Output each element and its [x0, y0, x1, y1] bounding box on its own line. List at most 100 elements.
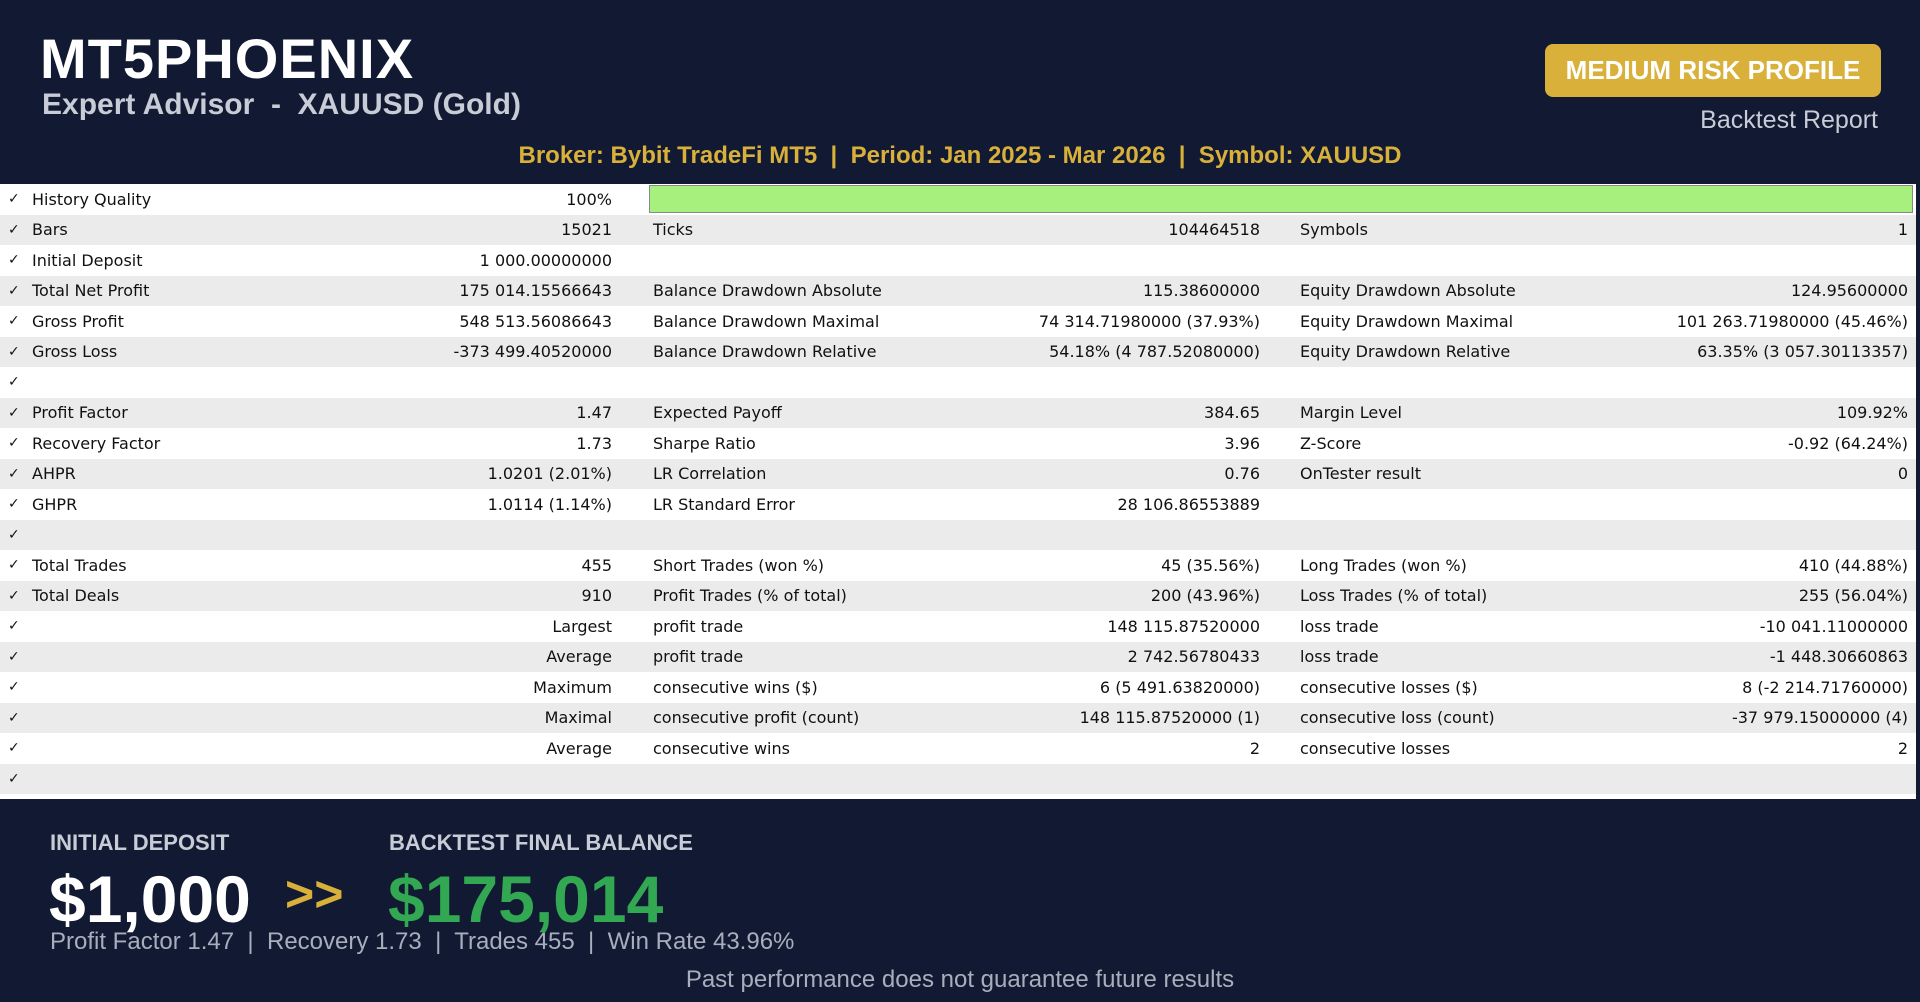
row-value-1: 910	[581, 586, 612, 606]
check-icon: ✓	[8, 191, 20, 208]
page-title: MT5PHOENIX	[40, 27, 415, 90]
table-row: ✓	[0, 763, 1916, 794]
row-value-3: 0	[1897, 464, 1908, 484]
initial-deposit-label: INITIAL DEPOSIT	[50, 830, 230, 855]
final-balance-value: $175,014	[388, 862, 664, 936]
row-label-3: Z-Score	[1300, 433, 1362, 453]
row-value-2: 0.76	[1224, 464, 1260, 484]
check-icon: ✓	[8, 404, 20, 421]
row-value-1: 455	[581, 555, 612, 575]
row-label-3: loss trade	[1300, 647, 1379, 667]
row-value-3: 255 (56.04%)	[1798, 586, 1908, 606]
row-value-1: Maximal	[544, 708, 612, 728]
row-value-1: Largest	[552, 616, 612, 636]
row-value-3: 8 (-2 214.71760000)	[1742, 677, 1908, 697]
check-icon: ✓	[8, 374, 20, 391]
row-value-1: 1.73	[576, 433, 612, 453]
row-label-1: Recovery Factor	[32, 433, 161, 453]
check-icon: ✓	[8, 587, 20, 604]
row-value-2: 54.18% (4 787.52080000)	[1049, 342, 1260, 362]
row-label-3: consecutive losses ($)	[1300, 677, 1478, 697]
row-value-1: 548 513.56086643	[459, 311, 612, 331]
check-icon: ✓	[8, 709, 20, 726]
row-value-1: 1.0114 (1.14%)	[487, 494, 612, 514]
row-label-3: Equity Drawdown Relative	[1300, 342, 1511, 362]
row-label-1: AHPR	[32, 464, 76, 484]
row-label-2: Short Trades (won %)	[653, 555, 825, 575]
row-label-2: Sharpe Ratio	[653, 433, 756, 453]
row-value-3: 124.95600000	[1790, 281, 1908, 301]
row-label-2: Profit Trades (% of total)	[653, 586, 847, 606]
final-balance-label: BACKTEST FINAL BALANCE	[389, 830, 693, 855]
row-label-1: Initial Deposit	[32, 250, 143, 270]
table-row: ✓ Total Deals 910 Profit Trades (% of total…	[0, 580, 1916, 611]
table-row: ✓	[0, 367, 1916, 398]
row-label-2: consecutive wins ($)	[653, 677, 818, 697]
table-row: ✓ Maximum consecutive wins ($) 6 (5 491.638…	[0, 672, 1916, 703]
table-row: ✓ Total Trades 455 Short Trades (won %) 45 (…	[0, 550, 1916, 581]
row-value-1: Maximum	[533, 677, 612, 697]
check-icon: ✓	[8, 252, 20, 269]
check-icon: ✓	[8, 282, 20, 299]
row-label-2: profit trade	[653, 616, 744, 636]
row-value-2: 3.96	[1224, 433, 1260, 453]
table-row: ✓ Average profit trade 2 742.56780433 loss t…	[0, 641, 1916, 672]
summary-stats-line: Profit Factor 1.47 | Recovery 1.73 | Tra…	[50, 928, 795, 955]
row-value-3: 2	[1897, 738, 1908, 758]
row-label-2: consecutive profit (count)	[653, 708, 860, 728]
row-value-3: 101 263.71980000 (45.46%)	[1676, 311, 1908, 331]
table-row: ✓ Maximal consecutive profit (count) 148 11…	[0, 702, 1916, 733]
check-icon: ✓	[8, 557, 20, 574]
initial-deposit-value: $1,000	[49, 862, 251, 936]
check-icon: ✓	[8, 740, 20, 757]
row-label-3: loss trade	[1300, 616, 1379, 636]
summary-footer: INITIAL DEPOSIT BACKTEST FINAL BALANCE $…	[0, 801, 1920, 1002]
row-value-2: 115.38600000	[1142, 281, 1260, 301]
row-label-2: profit trade	[653, 647, 744, 667]
row-label-3: Loss Trades (% of total)	[1300, 586, 1488, 606]
row-value-1: Average	[546, 647, 612, 667]
check-icon: ✓	[8, 313, 20, 330]
row-label-2: LR Correlation	[653, 464, 767, 484]
report-type-label: Backtest Report	[1700, 106, 1878, 134]
row-label-2: LR Standard Error	[653, 494, 795, 514]
table-row: ✓	[0, 519, 1916, 550]
report-header: MT5PHOENIX Expert Advisor - XAUUSD (Gold…	[0, 0, 1920, 179]
row-value-3: -10 041.11000000	[1759, 616, 1908, 636]
row-label-2: Balance Drawdown Absolute	[653, 281, 882, 301]
row-value-2: 74 314.71980000 (37.93%)	[1038, 311, 1260, 331]
row-label-2: consecutive wins	[653, 738, 790, 758]
row-value-1: Average	[546, 738, 612, 758]
row-label-2: Expected Payoff	[653, 403, 782, 423]
row-value-1: 1 000.00000000	[479, 250, 612, 270]
row-value-1: 175 014.15566643	[459, 281, 612, 301]
row-label-2: Balance Drawdown Relative	[653, 342, 877, 362]
row-value-2: 104464518	[1168, 220, 1260, 240]
row-value-2: 2 742.56780433	[1127, 647, 1260, 667]
risk-profile-badge: MEDIUM RISK PROFILE	[1545, 44, 1881, 97]
check-icon: ✓	[8, 618, 20, 635]
row-value-2: 384.65	[1204, 403, 1260, 423]
row-value-3: 1	[1897, 220, 1908, 240]
row-value-3: -1 448.30660863	[1769, 647, 1908, 667]
row-label-3: consecutive loss (count)	[1300, 708, 1495, 728]
table-row: ✓ GHPR 1.0114 (1.14%) LR Standard Error 28 1…	[0, 489, 1916, 520]
row-value-1: 15021	[561, 220, 612, 240]
table-row: ✓ Gross Loss -373 499.40520000 Balance Draw…	[0, 336, 1916, 367]
row-label-1: Gross Loss	[32, 342, 118, 362]
row-label-3: OnTester result	[1300, 464, 1422, 484]
check-icon: ✓	[8, 435, 20, 452]
table-row: ✓ Profit Factor 1.47 Expected Payoff 384.65 M…	[0, 397, 1916, 428]
row-label-1: Total Trades	[32, 555, 127, 575]
row-value-2: 148 115.87520000	[1107, 616, 1260, 636]
table-row: ✓ AHPR 1.0201 (2.01%) LR Correlation 0.76 OnT…	[0, 458, 1916, 489]
row-value-1: 1.47	[576, 403, 612, 423]
row-value-2: 148 115.87520000 (1)	[1079, 708, 1260, 728]
page-subtitle: Expert Advisor - XAUUSD (Gold)	[42, 88, 521, 121]
row-value-1: 100%	[566, 189, 612, 209]
row-label-2: Balance Drawdown Maximal	[653, 311, 880, 331]
row-label-3: Long Trades (won %)	[1300, 555, 1467, 575]
table-row: ✓ Total Net Profit 175 014.15566643 Balance…	[0, 275, 1916, 306]
broker-period-line: Broker: Bybit TradeFi MT5 | Period: Jan …	[518, 142, 1402, 169]
row-label-1: Gross Profit	[32, 311, 124, 331]
